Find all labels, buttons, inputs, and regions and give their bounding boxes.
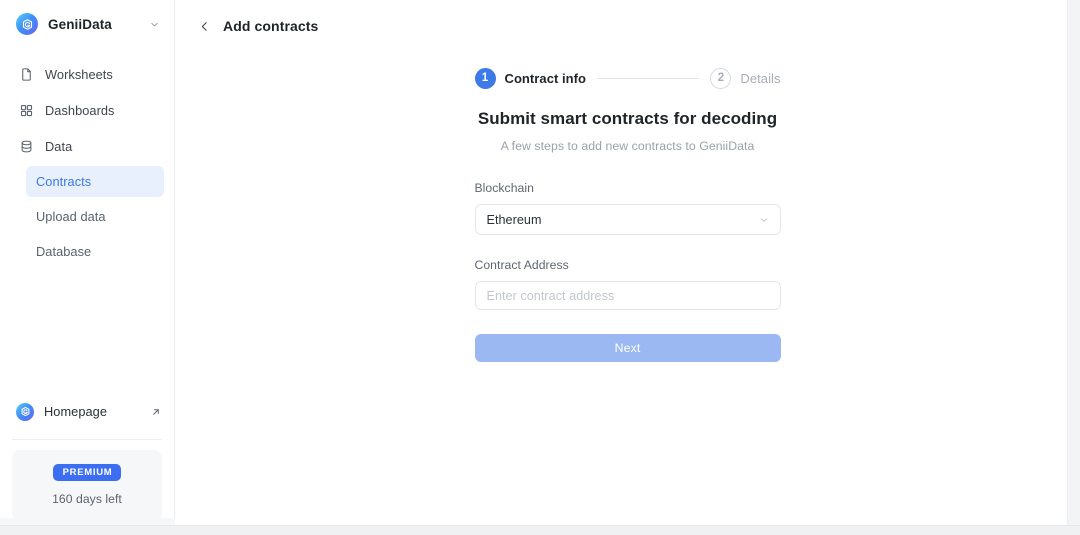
sidebar-item-label: Dashboards <box>45 102 115 118</box>
sidebar-item-label: Worksheets <box>45 66 113 82</box>
app-root: GeniiData Worksheets Dashboards Data Con… <box>0 0 1080 535</box>
chevron-left-icon[interactable] <box>197 19 211 33</box>
homepage-label: Homepage <box>44 404 108 419</box>
form-wizard: 1 Contract info 2 Details Submit smart c… <box>175 52 1080 362</box>
database-icon <box>18 138 34 154</box>
blockchain-label: Blockchain <box>474 181 534 195</box>
premium-card[interactable]: PREMIUM 160 days left <box>12 449 162 521</box>
sidebar-item-worksheets[interactable]: Worksheets <box>10 58 164 90</box>
sidebar-item-homepage[interactable]: Homepage <box>16 395 162 429</box>
horizontal-scrollbar[interactable] <box>0 525 1080 535</box>
page-header: Add contracts <box>175 0 1080 52</box>
stepper: 1 Contract info 2 Details <box>474 68 781 89</box>
status-badge: PREMIUM <box>52 463 122 481</box>
blockchain-field: Blockchain Ethereum <box>474 181 781 235</box>
grid-icon <box>18 102 34 118</box>
chevron-down-icon[interactable] <box>148 18 160 30</box>
contract-form: Blockchain Ethereum Contract Address Ent… <box>474 181 781 362</box>
sidebar-divider <box>12 438 162 440</box>
sidebar-item-data[interactable]: Data <box>10 130 164 162</box>
blockchain-selected-value: Ethereum <box>486 212 542 227</box>
brand-workspace-switcher[interactable]: GeniiData <box>0 0 174 48</box>
step-label: Details <box>740 71 781 86</box>
sidebar-item-label: Database <box>36 244 92 259</box>
sidebar-item-upload-data[interactable]: Upload data <box>26 201 164 232</box>
step-number: 2 <box>710 68 732 89</box>
brand-name: GeniiData <box>48 16 112 32</box>
wizard-title: Submit smart contracts for decoding <box>477 109 778 128</box>
stepper-connector <box>597 78 700 79</box>
stepper-step-contract-info[interactable]: 1 Contract info <box>474 68 587 89</box>
contract-address-input[interactable] <box>474 281 781 310</box>
sidebar-nav: Worksheets Dashboards Data Contracts Upl… <box>0 56 174 269</box>
wizard-subtitle: A few steps to add new contracts to Geni… <box>500 139 755 153</box>
sidebar-item-label: Contracts <box>36 174 92 189</box>
sidebar-item-label: Upload data <box>36 209 106 224</box>
geniidata-logo-icon <box>16 402 34 421</box>
sidebar: GeniiData Worksheets Dashboards Data Con… <box>0 0 175 535</box>
sidebar-item-label: Data <box>45 138 73 154</box>
document-icon <box>18 66 34 82</box>
chevron-down-icon <box>759 214 770 225</box>
page-title: Add contracts <box>223 18 319 34</box>
geniidata-logo-icon <box>16 13 38 35</box>
next-button[interactable]: Next <box>474 334 781 362</box>
contract-address-label: Contract Address <box>474 258 569 272</box>
main-content: Add contracts 1 Contract info 2 Details … <box>175 0 1080 535</box>
contract-address-field: Contract Address <box>474 258 781 310</box>
step-label: Contract info <box>504 71 587 86</box>
sidebar-item-database[interactable]: Database <box>26 236 164 267</box>
premium-days-left: 160 days left <box>52 492 122 506</box>
sidebar-item-contracts[interactable]: Contracts <box>26 166 164 197</box>
sidebar-item-dashboards[interactable]: Dashboards <box>10 94 164 126</box>
external-link-icon <box>149 405 162 418</box>
right-gutter-strip <box>1067 0 1080 535</box>
step-number: 1 <box>474 68 496 89</box>
stepper-step-details[interactable]: 2 Details <box>710 68 780 89</box>
sidebar-bottom-fill <box>0 518 175 525</box>
blockchain-select[interactable]: Ethereum <box>474 204 781 235</box>
